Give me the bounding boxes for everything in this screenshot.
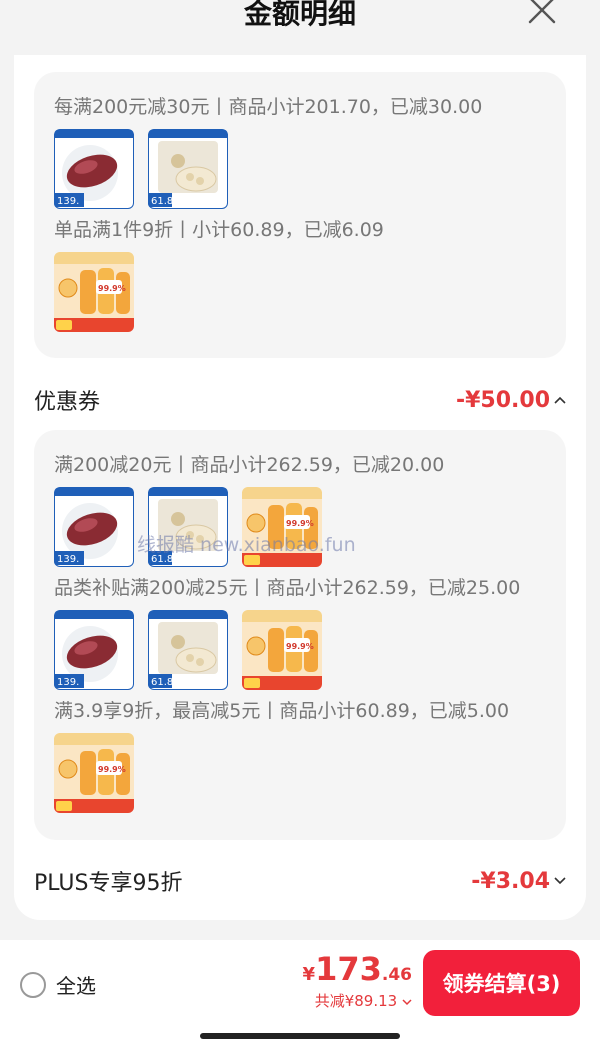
svg-text:61.8: 61.8: [151, 196, 173, 207]
coupon-rule: 满200减20元丨商品小计262.59，已减20.00: [54, 454, 445, 476]
amount-detail-sheet: 每满200元减30元丨商品小计201.70，已减30.00 139. 61.8 …: [14, 55, 586, 920]
svg-text:99.9%: 99.9%: [286, 519, 314, 528]
svg-text:61.8: 61.8: [151, 677, 173, 688]
total-decimal: .46: [381, 965, 412, 985]
plus-discount-row[interactable]: PLUS专享95折 -¥3.04: [34, 861, 566, 901]
coupon-row[interactable]: 优惠券 -¥50.00: [34, 380, 566, 420]
product-thumbs: 99.9%: [54, 252, 134, 332]
currency-symbol: ¥: [302, 964, 316, 985]
svg-text:99.9%: 99.9%: [98, 284, 126, 293]
total-price: ¥173.46: [300, 950, 412, 988]
close-icon: [528, 0, 556, 24]
promotion-rule: 每满200元减30元丨商品小计201.70，已减30.00: [54, 96, 483, 118]
product-thumb-dumpling: 61.8: [148, 129, 228, 209]
svg-text:139.: 139.: [57, 196, 79, 207]
home-indicator: [200, 1033, 400, 1039]
product-thumbs: 139. 61.8: [54, 487, 322, 567]
svg-text:139.: 139.: [57, 677, 79, 688]
promotion-rule: 单品满1件9折丨小计60.89，已减6.09: [54, 219, 384, 241]
total-amount: ¥173.46 共减¥89.13: [300, 950, 412, 1011]
coupon-amount: -¥50.00: [456, 388, 566, 413]
product-thumb-meat: 139.: [54, 129, 134, 209]
product-thumb-dumpling: 61.8: [148, 487, 228, 567]
chevron-up-icon[interactable]: [554, 392, 566, 408]
coupon-label: 优惠券: [34, 390, 101, 415]
coupon-rule: 满3.9享9折，最高减5元丨商品小计60.89，已减5.00: [54, 700, 510, 722]
product-thumb-meat: 139.: [54, 487, 134, 567]
product-thumbs: 99.9%: [54, 733, 134, 813]
sheet-header: 金额明细: [0, 0, 600, 55]
product-thumbs: 139. 61.8: [54, 610, 322, 690]
coupon-amount-value: -¥50.00: [455, 387, 550, 413]
checkout-button[interactable]: 领券结算(3): [423, 950, 580, 1016]
product-thumb-oil: 99.9%: [242, 610, 322, 690]
select-all-radio[interactable]: [20, 971, 46, 998]
product-thumb-meat: 139.: [54, 610, 134, 690]
select-all-toggle[interactable]: 全选: [20, 970, 96, 999]
promotion-group: 每满200元减30元丨商品小计201.70，已减30.00 139. 61.8 …: [34, 72, 566, 358]
chevron-down-icon: [402, 999, 412, 1006]
plus-discount-amount: -¥3.04: [471, 869, 566, 894]
svg-text:99.9%: 99.9%: [98, 765, 126, 774]
product-thumb-dumpling: 61.8: [148, 610, 228, 690]
close-button[interactable]: [528, 0, 556, 24]
coupon-rule: 品类补贴满200减25元丨商品小计262.59，已减25.00: [54, 577, 521, 599]
plus-discount-value: -¥3.04: [471, 868, 550, 894]
svg-text:61.8: 61.8: [151, 554, 173, 565]
coupon-detail-group: 满200减20元丨商品小计262.59，已减20.00 139. 61.8 99…: [34, 430, 566, 840]
product-thumb-oil: 99.9%: [242, 487, 322, 567]
chevron-down-icon[interactable]: [554, 873, 566, 889]
select-all-label: 全选: [56, 974, 96, 998]
product-thumb-oil: 99.9%: [54, 252, 134, 332]
svg-text:139.: 139.: [57, 554, 79, 565]
plus-discount-label: PLUS专享95折: [34, 871, 183, 896]
product-thumbs: 139. 61.8: [54, 129, 228, 209]
total-saved[interactable]: 共减¥89.13: [300, 990, 412, 1011]
svg-text:99.9%: 99.9%: [286, 642, 314, 651]
product-thumb-oil: 99.9%: [54, 733, 134, 813]
total-integer: 173: [315, 950, 382, 988]
page-title: 金额明细: [243, 0, 356, 30]
total-saved-text: 共减¥89.13: [314, 992, 398, 1010]
